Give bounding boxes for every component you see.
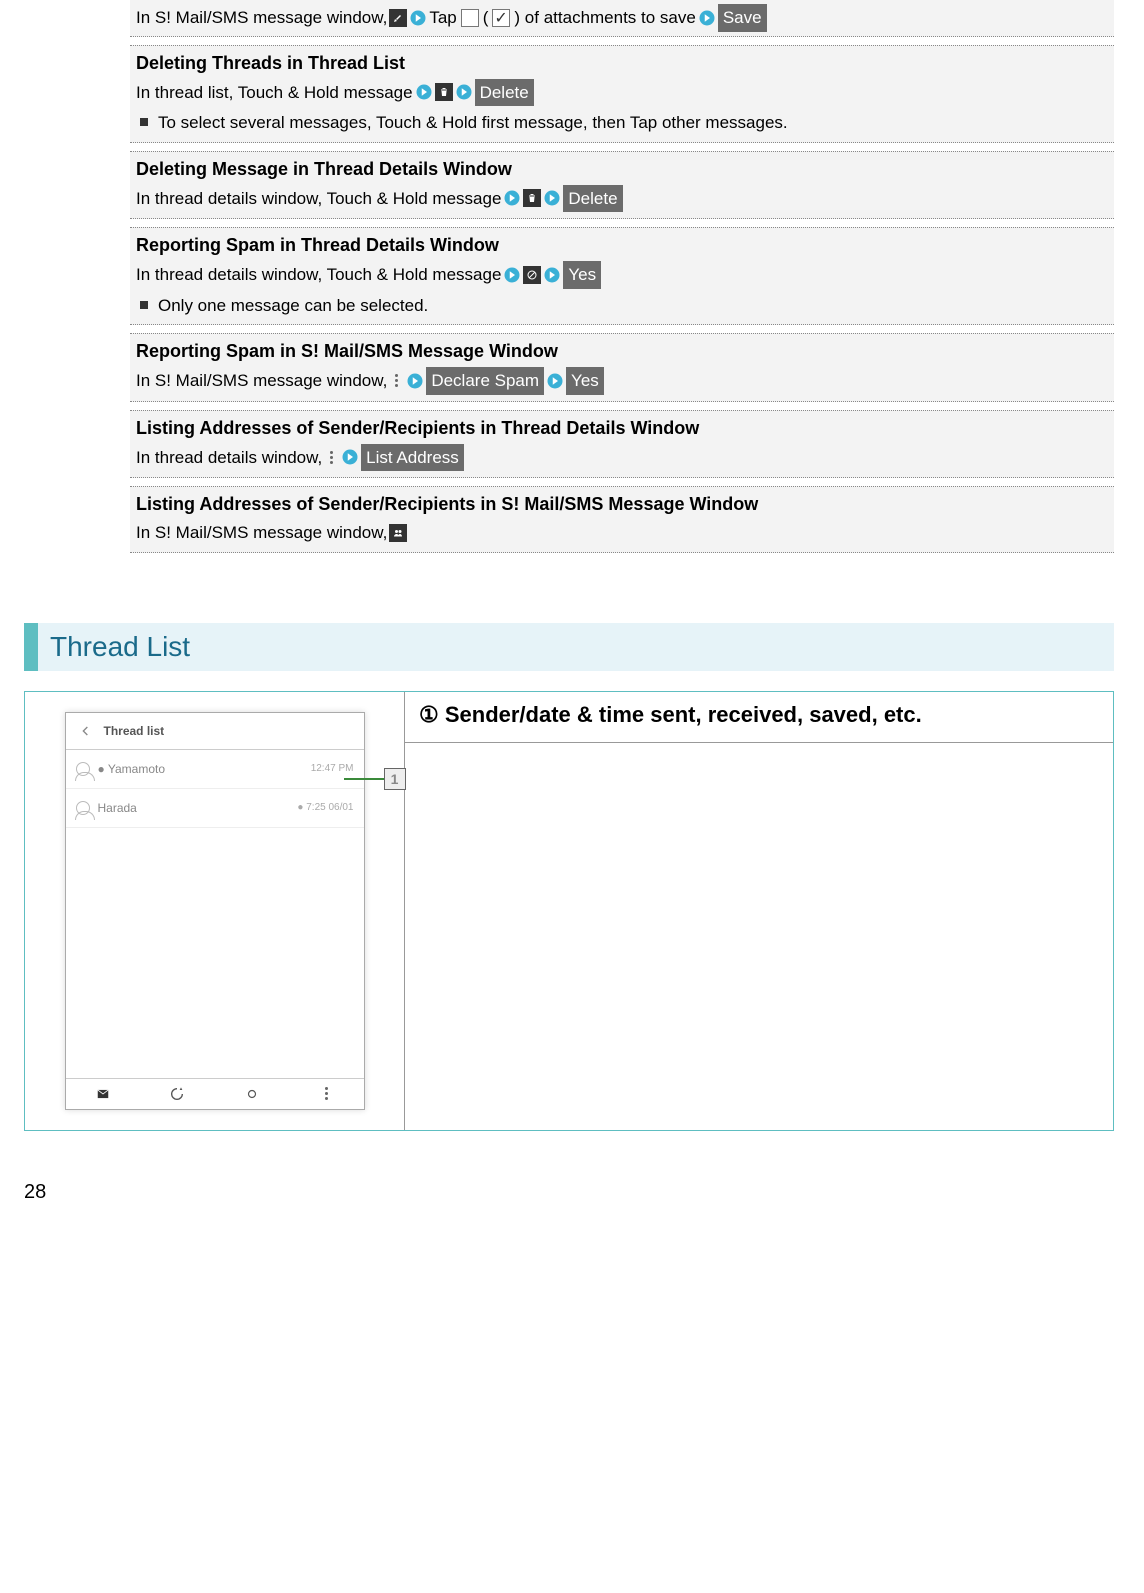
section-list-address-message: Listing Addresses of Sender/Recipients i…: [130, 486, 1114, 553]
section-title: Reporting Spam in Thread Details Window: [136, 232, 1108, 259]
section-title: Reporting Spam in S! Mail/SMS Message Wi…: [136, 338, 1108, 365]
instruction-text: In S! Mail/SMS message window,: [136, 520, 387, 546]
section-list-address-thread: Listing Addresses of Sender/Recipients i…: [130, 410, 1114, 479]
instruction-text: In thread details window, Touch & Hold m…: [136, 186, 501, 212]
thread-time: ● 7:25 06/01: [297, 802, 353, 813]
thread-row[interactable]: Harada ● 7:25 06/01: [66, 789, 364, 828]
refresh-icon[interactable]: [168, 1087, 186, 1101]
yes-button[interactable]: Yes: [563, 261, 601, 289]
trash-icon: [523, 189, 541, 207]
section-title: Listing Addresses of Sender/Recipients i…: [136, 415, 1108, 442]
thread-name: Harada: [98, 801, 137, 815]
callout-label: 1: [384, 768, 406, 790]
instruction-text: In thread details window,: [136, 445, 322, 471]
thread-name: ● Yamamoto: [98, 762, 166, 776]
paren-close: ) of attachments to save: [514, 5, 695, 31]
note-text: Only one message can be selected.: [158, 293, 428, 319]
section-delete-threads: Deleting Threads in Thread List In threa…: [130, 45, 1114, 143]
section-report-spam-message: Reporting Spam in S! Mail/SMS Message Wi…: [130, 333, 1114, 402]
note-text: To select several messages, Touch & Hold…: [158, 110, 788, 136]
section-title: Listing Addresses of Sender/Recipients i…: [136, 491, 1108, 518]
phone-dock: [66, 1078, 364, 1109]
page-heading: Thread List: [24, 623, 1114, 671]
arrow-icon: [503, 266, 521, 284]
phone-mockup: Thread list ● Yamamoto 12:47 PM 1 Harada: [65, 712, 365, 1110]
phone-title: Thread list: [104, 724, 165, 738]
callout-number: ①: [419, 702, 439, 727]
arrow-icon: [455, 83, 473, 101]
list-address-button[interactable]: List Address: [361, 444, 464, 472]
menu-dots-icon[interactable]: [317, 1087, 335, 1101]
declare-spam-button[interactable]: Declare Spam: [426, 367, 544, 395]
arrow-icon: [406, 372, 424, 390]
section-report-spam-thread: Reporting Spam in Thread Details Window …: [130, 227, 1114, 325]
block-icon: [523, 266, 541, 284]
attachment-icon: [389, 9, 407, 27]
callout-description: ① Sender/date & time sent, received, sav…: [405, 692, 1113, 743]
phone-header: Thread list: [66, 713, 364, 750]
menu-dots-icon: [389, 372, 404, 389]
checkbox-checked-icon: [492, 9, 510, 27]
thread-time: 12:47 PM: [311, 763, 354, 774]
bullet-icon: [140, 301, 148, 309]
instruction-text: In S! Mail/SMS message window,: [136, 368, 387, 394]
arrow-icon: [543, 266, 561, 284]
thread-row[interactable]: ● Yamamoto 12:47 PM 1: [66, 750, 364, 789]
arrow-icon: [341, 448, 359, 466]
section-delete-message: Deleting Message in Thread Details Windo…: [130, 151, 1114, 220]
arrow-icon: [543, 189, 561, 207]
page-number: 28: [24, 1181, 1144, 1204]
checkbox-empty-icon: [461, 9, 479, 27]
arrow-icon: [503, 189, 521, 207]
callout-line: [344, 778, 384, 780]
trash-icon: [435, 83, 453, 101]
instruction-text: In S! Mail/SMS message window,: [136, 5, 387, 31]
instruction-text: In thread details window, Touch & Hold m…: [136, 262, 501, 288]
section-title: Deleting Threads in Thread List: [136, 50, 1108, 77]
circle-icon[interactable]: [243, 1087, 261, 1101]
back-icon: [78, 723, 94, 739]
bullet-icon: [140, 118, 148, 126]
delete-button[interactable]: Delete: [475, 79, 534, 107]
arrow-icon: [546, 372, 564, 390]
section-title: Deleting Message in Thread Details Windo…: [136, 156, 1108, 183]
person-icon: [76, 801, 90, 815]
section-save-attachments: In S! Mail/SMS message window, Tap ( ) o…: [130, 0, 1114, 37]
menu-dots-icon: [324, 449, 339, 466]
thread-list-figure: Thread list ● Yamamoto 12:47 PM 1 Harada: [24, 691, 1114, 1131]
paren-open: (: [483, 5, 489, 31]
arrow-icon: [415, 83, 433, 101]
mail-icon[interactable]: [94, 1087, 112, 1101]
instruction-text: In thread list, Touch & Hold message: [136, 80, 413, 106]
people-icon: [389, 524, 407, 542]
callout-text: Sender/date & time sent, received, saved…: [439, 702, 922, 727]
person-icon: [76, 762, 90, 776]
instruction-text: Tap: [429, 5, 456, 31]
yes-button[interactable]: Yes: [566, 367, 604, 395]
arrow-icon: [409, 9, 427, 27]
save-button[interactable]: Save: [718, 4, 767, 32]
delete-button[interactable]: Delete: [563, 185, 622, 213]
arrow-icon: [698, 9, 716, 27]
